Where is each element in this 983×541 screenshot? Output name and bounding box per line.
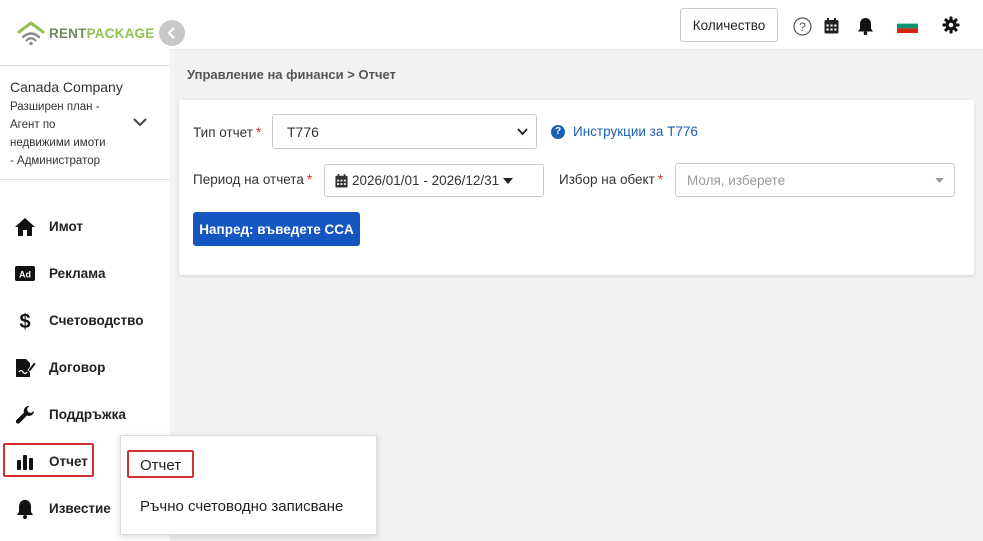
sidebar-divider xyxy=(0,65,170,66)
chevron-down-icon xyxy=(517,128,528,136)
company-selector[interactable]: Canada Company Разширен план - Агент по … xyxy=(10,78,135,170)
calendar-icon[interactable] xyxy=(821,16,841,36)
quantity-button[interactable]: Количество xyxy=(680,8,778,42)
logo-wifi-house-icon xyxy=(17,21,45,46)
sidebar-item-label: Реклама xyxy=(49,266,106,281)
object-label: Избор на обект * xyxy=(559,172,664,187)
sidebar-item-label: Договор xyxy=(49,360,106,375)
object-placeholder: Моля, изберете xyxy=(687,172,786,188)
sidebar-item-maintenance[interactable]: Поддръжка xyxy=(0,391,170,438)
sidebar-item-label: Поддръжка xyxy=(49,407,126,422)
period-picker[interactable]: 2026/01/01 - 2026/12/31 xyxy=(324,164,544,197)
breadcrumb: Управление на финанси > Отчет xyxy=(187,67,396,82)
period-label: Период на отчета * xyxy=(193,172,313,187)
dollar-icon: $ xyxy=(14,310,36,332)
report-type-label: Тип отчет * xyxy=(193,125,262,140)
submenu-item-manual-entry[interactable]: Ръчно счетоводно записване xyxy=(140,498,343,515)
app-logo[interactable]: RENTPACKAGE xyxy=(17,18,154,48)
help-icon: ? xyxy=(551,124,565,139)
svg-text:?: ? xyxy=(799,20,806,34)
wrench-icon xyxy=(14,404,36,426)
sidebar-divider xyxy=(0,179,170,180)
instructions-link[interactable]: ? Инструкции за T776 xyxy=(551,124,698,139)
calendar-icon xyxy=(335,173,348,187)
sidebar-item-label: Имот xyxy=(49,219,84,234)
report-type-select[interactable]: T776 xyxy=(272,114,537,149)
bell-icon[interactable] xyxy=(855,16,875,36)
sidebar-item-label: Известие xyxy=(49,501,111,516)
help-icon[interactable]: ? xyxy=(792,16,812,36)
report-form-card: Тип отчет * T776 ? Инструкции за T776 Пер… xyxy=(179,100,974,275)
object-select[interactable]: Моля, изберете xyxy=(675,163,955,197)
svg-text:Ad: Ad xyxy=(19,270,31,280)
ad-icon: Ad xyxy=(14,263,36,285)
company-plan: Разширен план - Агент по недвижими имоти… xyxy=(10,101,106,167)
report-type-value: T776 xyxy=(287,123,319,140)
company-name: Canada Company xyxy=(10,79,123,95)
top-bar: Количество ? xyxy=(170,0,983,50)
caret-down-icon xyxy=(935,178,944,183)
sidebar-item-property[interactable]: Имот xyxy=(0,203,170,250)
chevron-down-icon[interactable] xyxy=(132,116,148,128)
sidebar-item-contract[interactable]: Договор xyxy=(0,344,170,391)
report-submenu: Отчет Ръчно счетоводно записване xyxy=(120,435,377,535)
contract-icon xyxy=(14,357,36,379)
collapse-sidebar-button[interactable] xyxy=(159,20,185,46)
bell-icon xyxy=(14,498,36,520)
submenu-item-report[interactable]: Отчет xyxy=(140,457,181,474)
period-value: 2026/01/01 - 2026/12/31 xyxy=(352,173,500,188)
sidebar-item-accounting[interactable]: $ Счетоводство xyxy=(0,297,170,344)
highlight-box xyxy=(3,443,94,477)
sidebar-item-ads[interactable]: Ad Реклама xyxy=(0,250,170,297)
svg-text:$: $ xyxy=(19,311,30,332)
logo-text: RENTPACKAGE xyxy=(49,25,155,41)
sidebar-item-label: Счетоводство xyxy=(49,313,144,328)
caret-down-icon xyxy=(503,177,514,184)
home-icon xyxy=(14,216,36,238)
gear-icon[interactable] xyxy=(941,15,961,35)
bulgarian-flag-icon[interactable] xyxy=(896,16,918,36)
next-enter-cca-button[interactable]: Напред: въведете CCA xyxy=(193,212,360,246)
chevron-left-icon xyxy=(167,27,175,39)
